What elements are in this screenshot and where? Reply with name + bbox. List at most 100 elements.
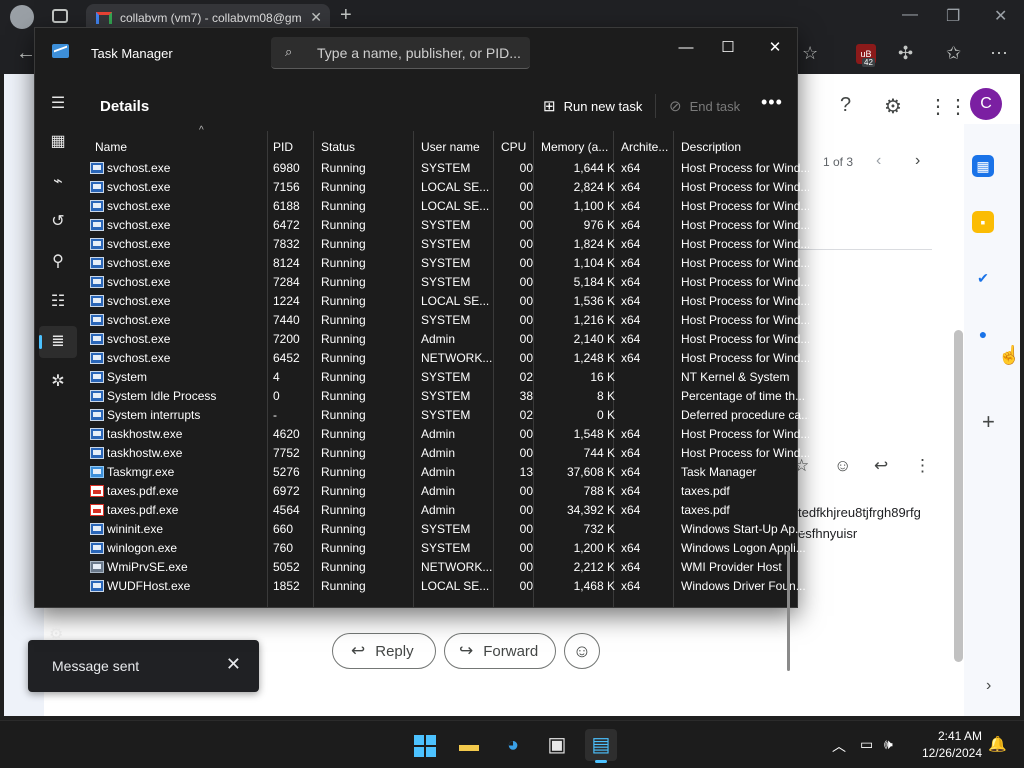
edge-icon[interactable]: ◕ (497, 729, 529, 761)
hamburger-icon[interactable]: ☰ (39, 88, 77, 120)
table-row[interactable]: svchost.exe 7200 Running Admin 00 2,140 K x64 H… (81, 330, 809, 349)
taskbar-task-manager-icon[interactable]: ▤ (585, 729, 617, 763)
column-header[interactable]: CPU (501, 135, 533, 159)
chevron-right-icon[interactable]: › (915, 152, 920, 170)
processes-icon[interactable]: ▦ (39, 126, 77, 158)
table-row[interactable]: taskhostw.exe 4620 Running Admin 00 1,548 K x6… (81, 425, 809, 444)
tab-close-icon[interactable]: ✕ (310, 9, 322, 26)
table-row[interactable]: svchost.exe 7284 Running SYSTEM 00 5,184 K x64… (81, 273, 809, 292)
table-row[interactable]: svchost.exe 8124 Running SYSTEM 00 1,104 K x64… (81, 254, 809, 273)
column-header[interactable]: Archite... (621, 135, 675, 159)
favorites-icon[interactable]: ✩ (946, 43, 961, 64)
end-task-button[interactable]: ⊘ End task (669, 92, 740, 120)
store-icon[interactable]: ▣ (541, 729, 573, 761)
process-user: SYSTEM (421, 408, 471, 422)
table-row[interactable]: Taskmgr.exe 5276 Running Admin 13 37,608 K x64… (81, 463, 785, 482)
table-row[interactable]: taxes.pdf.exe 4564 Running Admin 00 34,392 K x… (81, 501, 785, 520)
expand-panel-icon[interactable]: › (986, 677, 991, 695)
process-cpu: 00 (519, 503, 533, 517)
emoji-button[interactable]: ☺ (564, 633, 600, 669)
table-row[interactable]: taxes.pdf.exe 6972 Running Admin 00 788 K x64 t… (81, 482, 785, 501)
emoji-react-icon[interactable]: ☺ (834, 456, 851, 476)
contacts-icon[interactable]: ● (972, 323, 994, 345)
gmail-settings-icon[interactable]: ⚙ (884, 94, 902, 119)
gmail-scrollbar[interactable] (954, 330, 963, 662)
services-icon[interactable]: ✲ (39, 366, 77, 398)
reply-icon[interactable]: ↩ (874, 456, 888, 476)
reply-label: Reply (375, 642, 414, 660)
table-row[interactable]: svchost.exe 7832 Running SYSTEM 00 1,824 K x64… (81, 235, 809, 254)
column-header[interactable]: PID (273, 135, 315, 159)
extensions-puzzle-icon[interactable]: ✣ (898, 43, 913, 64)
account-avatar[interactable]: C (970, 88, 1002, 120)
table-row[interactable]: WmiPrvSE.exe 5052 Running NETWORK... 00 2,212… (81, 558, 785, 577)
more-options-button[interactable]: ••• (761, 92, 783, 113)
users-icon[interactable]: ☷ (39, 286, 77, 318)
process-cpu: 00 (519, 522, 533, 536)
table-scrollbar[interactable] (787, 551, 790, 671)
details-icon[interactable]: ≣ (39, 326, 77, 358)
table-row[interactable]: taskhostw.exe 7752 Running Admin 00 744 K x64 H… (81, 444, 809, 463)
table-row[interactable]: System Idle Process 0 Running SYSTEM 38 8 K Pe… (81, 387, 805, 406)
network-icon[interactable]: ▭ (860, 736, 873, 753)
table-row[interactable]: svchost.exe 6188 Running LOCAL SE... 00 1,100… (81, 197, 809, 216)
close-button[interactable]: ✕ (752, 34, 798, 62)
process-memory: 788 K (583, 484, 615, 498)
browser-restore-button[interactable]: ❐ (946, 6, 960, 26)
run-new-task-button[interactable]: ⊞ Run new task (543, 92, 642, 120)
profile-avatar[interactable] (10, 5, 34, 29)
table-row[interactable]: svchost.exe 6472 Running SYSTEM 00 976 K x64 Ho… (81, 216, 809, 235)
table-row[interactable]: System interrupts - Running SYSTEM 02 0 K Defe… (81, 406, 809, 425)
table-row[interactable]: wininit.exe 660 Running SYSTEM 00 732 K Window… (81, 520, 805, 539)
table-row[interactable]: winlogon.exe 760 Running SYSTEM 00 1,200 K x64… (81, 539, 806, 558)
column-header[interactable]: Status (321, 135, 413, 159)
browser-minimize-button[interactable]: — (902, 6, 918, 24)
tasks-icon[interactable]: ✔ (972, 267, 994, 289)
settings-icon[interactable]: ⚙ (49, 624, 63, 644)
task-manager-titlebar[interactable]: Task Manager ⌕ — ☐ ✕ (35, 28, 797, 78)
help-icon[interactable]: ? (840, 94, 851, 117)
table-row[interactable]: svchost.exe 6452 Running NETWORK... 00 1,248 … (81, 349, 809, 368)
column-header[interactable]: User name (421, 135, 495, 159)
tab-title: collabvm (vm7) - collabvm08@gm (120, 11, 302, 25)
more-vert-icon[interactable]: ⋮ (914, 456, 931, 476)
file-explorer-icon[interactable]: ▬ (453, 729, 485, 761)
table-row[interactable]: WUDFHost.exe 1852 Running LOCAL SE... 00 1,46… (81, 577, 806, 596)
forward-button[interactable]: ↪ Forward (444, 633, 556, 669)
table-row[interactable]: svchost.exe 7440 Running SYSTEM 00 1,216 K x64… (81, 311, 809, 330)
process-description: Host Process for Wind... (681, 256, 809, 270)
notification-bell-icon[interactable]: 🔔 (988, 735, 1007, 753)
volume-icon[interactable]: 🕪 (884, 736, 893, 753)
browser-close-button[interactable]: ✕ (994, 6, 1007, 26)
search-input[interactable] (317, 37, 522, 68)
tab-actions-icon[interactable] (52, 9, 68, 23)
calendar-icon[interactable]: ▦ (972, 155, 994, 177)
table-row[interactable]: svchost.exe 6980 Running SYSTEM 00 1,644 K x64… (81, 159, 809, 178)
close-icon[interactable]: ✕ (226, 654, 241, 675)
browser-menu-icon[interactable]: ⋯ (990, 43, 1008, 64)
new-tab-button[interactable]: + (340, 4, 352, 27)
clock-date[interactable]: 12/26/2024 (910, 746, 982, 760)
chevron-left-icon[interactable]: ‹ (876, 152, 881, 170)
column-header[interactable]: Memory (a... (541, 135, 615, 159)
back-arrow-icon[interactable]: ← (16, 42, 36, 65)
startup-icon[interactable]: ⚲ (39, 246, 77, 278)
minimize-button[interactable]: — (663, 34, 709, 62)
performance-icon[interactable]: ⌁ (39, 166, 77, 198)
table-row[interactable]: svchost.exe 7156 Running LOCAL SE... 00 2,824… (81, 178, 809, 197)
start-button[interactable] (408, 729, 440, 761)
bookmark-star-icon[interactable]: ☆ (802, 43, 818, 64)
reply-button[interactable]: ↩ Reply (332, 633, 436, 669)
tray-overflow-icon[interactable]: ︿ (832, 736, 846, 756)
maximize-button[interactable]: ☐ (705, 34, 751, 62)
table-row[interactable]: System 4 Running SYSTEM 02 16 K NT Kernel & Sy… (81, 368, 789, 387)
add-addon-icon[interactable]: + (982, 409, 995, 435)
table-row[interactable]: svchost.exe 1224 Running LOCAL SE... 00 1,536… (81, 292, 809, 311)
search-box[interactable]: ⌕ (271, 37, 530, 69)
column-header[interactable]: Name (95, 135, 225, 159)
history-icon[interactable]: ↺ (39, 206, 77, 238)
clock-time[interactable]: 2:41 AM (920, 729, 982, 743)
keep-icon[interactable]: ▪ (972, 211, 994, 233)
google-apps-icon[interactable]: ⋮⋮ (928, 94, 968, 119)
column-header[interactable]: Description (681, 135, 809, 159)
